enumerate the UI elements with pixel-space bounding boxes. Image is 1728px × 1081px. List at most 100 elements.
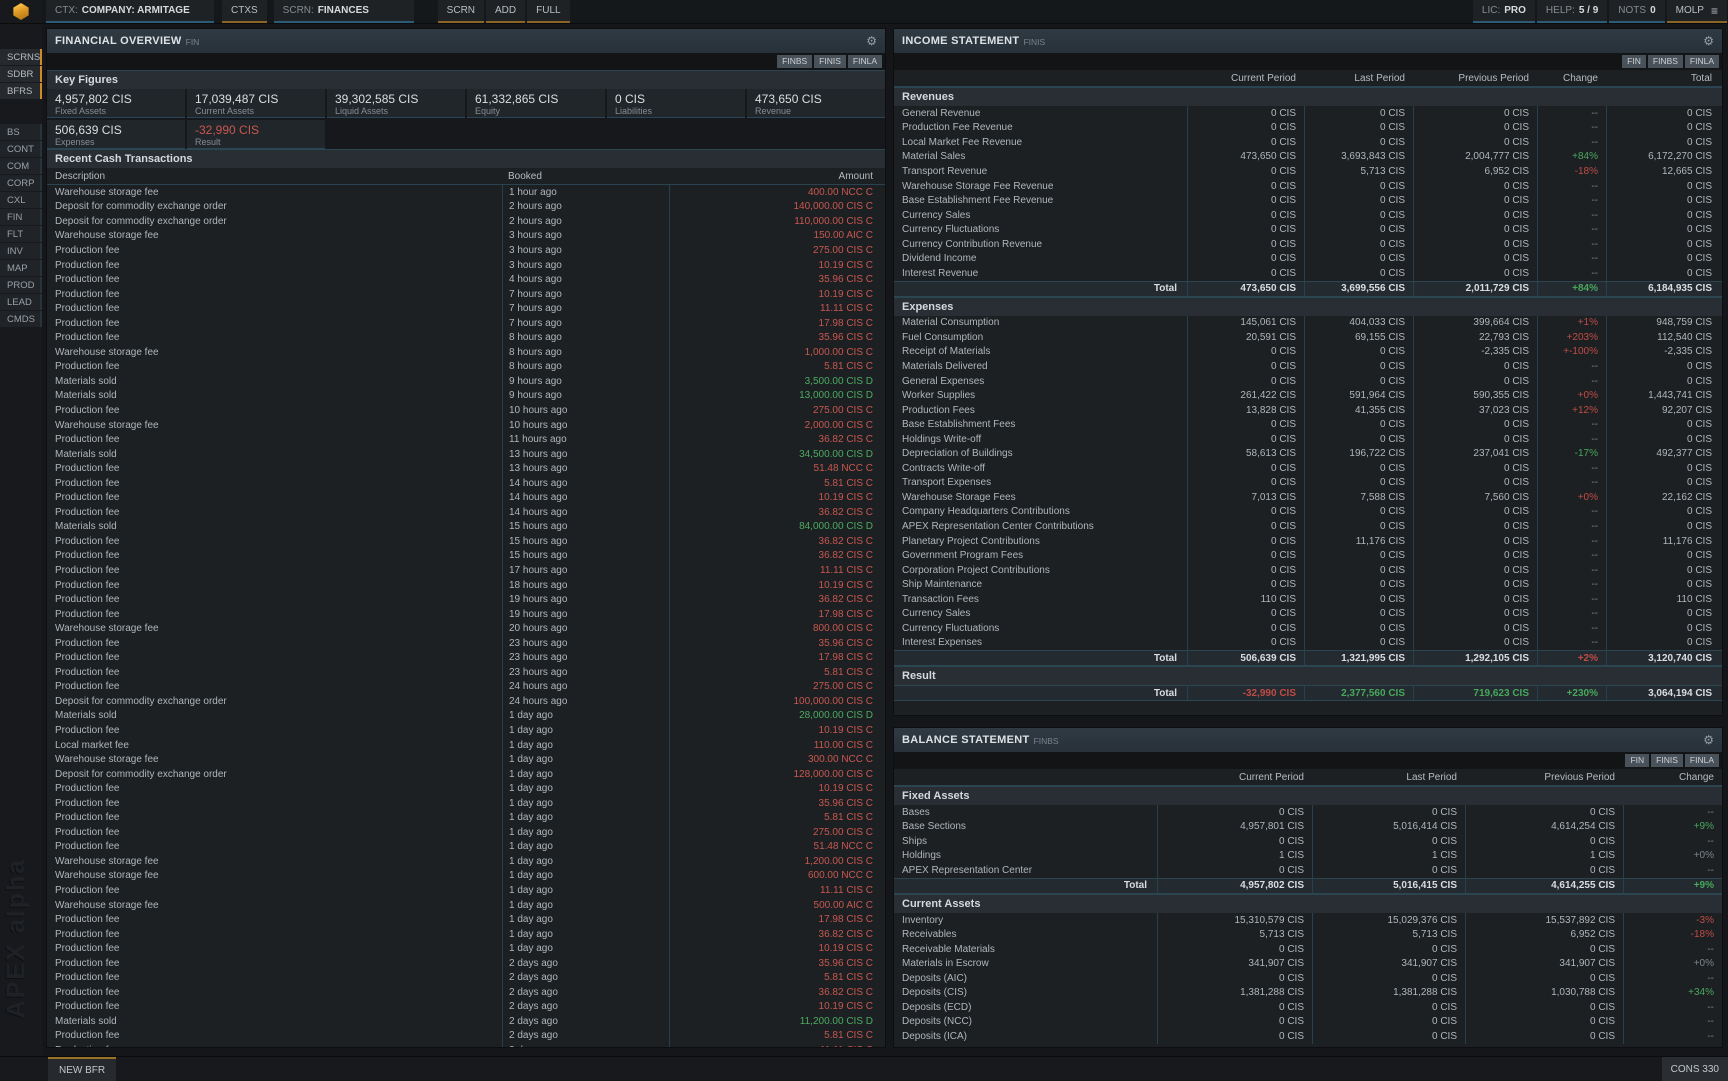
full-button[interactable]: FULL: [527, 0, 569, 23]
sidebar-item[interactable]: CONT: [0, 141, 42, 157]
tx-amount: 17.98 CIS C: [669, 912, 885, 927]
tx-amount: 35.96 CIS C: [669, 796, 885, 811]
sidebar-item[interactable]: LEAD: [0, 294, 42, 310]
panel-link-button[interactable]: FINIS: [1651, 754, 1683, 767]
tx-description: Production fee: [47, 534, 502, 549]
tx-amount: 2,000.00 CIS C: [669, 418, 885, 433]
tx-booked: 10 hours ago: [502, 418, 669, 433]
balance-statement-panel: BALANCE STATEMENT FINBS ⚙ FINFINISFINLA …: [893, 727, 1723, 1048]
tx-description: Production fee: [47, 941, 502, 956]
molp-menu-button[interactable]: MOLP ≡: [1667, 0, 1727, 23]
tx-amount: 5.81 CIS C: [669, 971, 885, 986]
sidebar-item[interactable]: FIN: [0, 209, 42, 225]
table-row: Deposit for commodity exchange order 1 d…: [47, 767, 885, 782]
table-row: Production fee 18 hours ago 10.19 CIS C: [47, 578, 885, 593]
key-figure-label: Result: [195, 137, 317, 147]
tx-booked: 8 hours ago: [502, 360, 669, 375]
add-button[interactable]: ADD: [486, 0, 525, 23]
sidebar-item[interactable]: PROD: [0, 277, 42, 293]
table-row: Production fee 8 hours ago 5.81 CIS C: [47, 360, 885, 375]
table-row: APEX Representation Center Contributions…: [894, 519, 1722, 534]
panel-titlebar[interactable]: FINANCIAL OVERVIEW FIN ⚙: [47, 29, 885, 53]
console-button[interactable]: CONS 330: [1662, 1057, 1728, 1081]
tx-booked: 4 hours ago: [502, 272, 669, 287]
sidebar-item[interactable]: CXL: [0, 192, 42, 208]
table-row: Company Headquarters Contributions 0 CIS…: [894, 505, 1722, 520]
panel-link-button[interactable]: FINLA: [848, 55, 882, 68]
ctxs-button[interactable]: CTXS: [222, 0, 267, 23]
table-row: Materials sold 2 days ago 11,200.00 CIS …: [47, 1014, 885, 1029]
panel-titlebar[interactable]: BALANCE STATEMENT FINBS ⚙: [894, 728, 1722, 752]
tx-amount: 275.00 CIS C: [669, 243, 885, 258]
balance-column-header: Current Period Last Period Previous Peri…: [894, 769, 1722, 786]
panel-link-button[interactable]: FINLA: [1685, 55, 1719, 68]
panel-link-button[interactable]: FINLA: [1685, 754, 1719, 767]
sidebar-item[interactable]: COM: [0, 158, 42, 174]
tx-amount: 1,200.00 CIS C: [669, 854, 885, 869]
sidebar-item[interactable]: CORP: [0, 175, 42, 191]
table-row: Production fee 13 hours ago 51.48 NCC C: [47, 461, 885, 476]
tx-booked: 13 hours ago: [502, 447, 669, 462]
tx-description: Production fee: [47, 563, 502, 578]
tx-description: Production fee: [47, 680, 502, 695]
transactions-column-header: Description Booked Amount: [47, 168, 885, 185]
tx-booked: 1 day ago: [502, 941, 669, 956]
tx-amount: 11.11 CIS C: [669, 883, 885, 898]
tx-description: Production fee: [47, 258, 502, 273]
scrn-button[interactable]: SCRN: [438, 0, 484, 23]
key-figure-cell: -32,990 CIS Result: [187, 120, 325, 149]
panel-link-button[interactable]: FIN: [1625, 754, 1649, 767]
tx-description: Warehouse storage fee: [47, 229, 502, 244]
panel-link-button[interactable]: FINBS: [777, 55, 812, 68]
gear-icon[interactable]: ⚙: [1703, 35, 1714, 47]
table-row: Production fee 1 day ago 5.81 CIS C: [47, 811, 885, 826]
tx-booked: 23 hours ago: [502, 665, 669, 680]
tx-booked: 2 days ago: [502, 985, 669, 1000]
sidebar-item[interactable]: SCRNS: [0, 49, 42, 65]
panel-link-button[interactable]: FINIS: [814, 55, 846, 68]
tx-booked: 14 hours ago: [502, 490, 669, 505]
help-indicator[interactable]: HELP: 5 / 9: [1537, 0, 1607, 23]
tx-amount: 35.96 CIS C: [669, 636, 885, 651]
sidebar-item[interactable]: FLT: [0, 226, 42, 242]
sidebar-item[interactable]: CMDS: [0, 311, 42, 327]
new-buffer-button[interactable]: NEW BFR: [48, 1057, 116, 1081]
tx-booked: 3 hours ago: [502, 243, 669, 258]
fixed-assets-total: Total 4,957,802 CIS 5,016,415 CIS 4,614,…: [894, 878, 1722, 894]
table-row: Production fee 2 days ago 35.96 CIS C: [47, 956, 885, 971]
tx-amount: 10.19 CIS C: [669, 578, 885, 593]
top-bar: CTX: COMPANY: ARMITAGE CTXS SCRN: FINANC…: [0, 0, 1728, 24]
income-statement-panel: INCOME STATEMENT FINIS ⚙ FINFINBSFINLA C…: [893, 28, 1723, 716]
sidebar-item[interactable]: BFRS: [0, 83, 42, 99]
table-row: Deposits (CIS) 1,381,288 CIS 1,381,288 C…: [894, 985, 1722, 1000]
panel-link-button[interactable]: FIN: [1622, 55, 1646, 68]
tx-description: Production fee: [47, 490, 502, 505]
tx-amount: 28,000.00 CIS D: [669, 709, 885, 724]
panel-titlebar[interactable]: INCOME STATEMENT FINIS ⚙: [894, 29, 1722, 53]
panel-code: FINBS: [1034, 736, 1059, 746]
tx-description: Production fee: [47, 956, 502, 971]
tx-description: Production fee: [47, 651, 502, 666]
table-row: Bases 0 CIS 0 CIS 0 CIS --: [894, 805, 1722, 820]
panel-link-button[interactable]: FINBS: [1648, 55, 1683, 68]
total-row: Total -32,990 CIS 2,377,560 CIS 719,623 …: [894, 685, 1722, 701]
sidebar-item[interactable]: SDBR: [0, 66, 42, 82]
sidebar-item[interactable]: INV: [0, 243, 42, 259]
gear-icon[interactable]: ⚙: [1703, 734, 1714, 746]
tx-amount: 35.96 CIS C: [669, 330, 885, 345]
tx-description: Production fee: [47, 505, 502, 520]
screen-selector[interactable]: SCRN: FINANCES: [274, 0, 414, 23]
app-logo[interactable]: [0, 0, 42, 23]
context-selector[interactable]: CTX: COMPANY: ARMITAGE: [46, 0, 214, 23]
sidebar-item[interactable]: MAP: [0, 260, 42, 276]
tx-booked: 7 hours ago: [502, 301, 669, 316]
transactions-list[interactable]: Warehouse storage fee 1 hour ago 400.00 …: [47, 185, 885, 1047]
table-row: Production fee 8 hours ago 35.96 CIS C: [47, 330, 885, 345]
table-row: Currency Fluctuations 0 CIS 0 CIS 0 CIS …: [894, 621, 1722, 636]
table-row: Material Consumption 145,061 CIS 404,033…: [894, 316, 1722, 331]
notifications-indicator[interactable]: NOTS 0: [1609, 0, 1664, 23]
gear-icon[interactable]: ⚙: [866, 35, 877, 47]
license-indicator[interactable]: LIC: PRO: [1473, 0, 1535, 23]
sidebar-item[interactable]: BS: [0, 124, 42, 140]
key-figure-label: Equity: [475, 106, 597, 116]
